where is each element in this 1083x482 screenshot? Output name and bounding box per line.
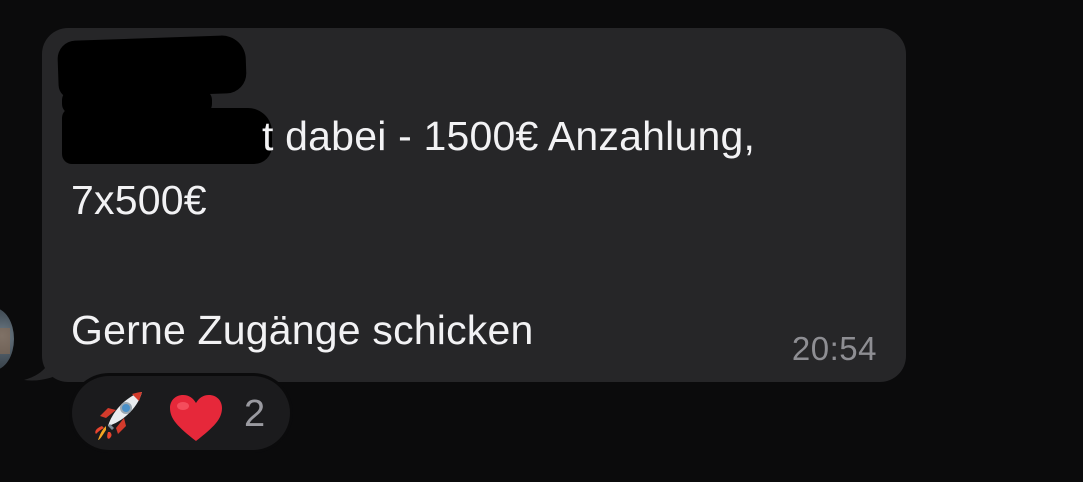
chat-view: t dabei - 1500€ Anzahlung, 7x500€ Gerne … [0, 0, 1083, 482]
message-timestamp: 20:54 [791, 330, 877, 367]
message-text-line: t dabei - 1500€ Anzahlung, [262, 113, 756, 159]
reaction-pill[interactable]: 2 [72, 376, 290, 450]
message-text-line: 7x500€ [71, 177, 207, 223]
rocket-icon [95, 392, 142, 440]
reaction-count: 2 [244, 393, 266, 435]
redacted-text [62, 108, 272, 164]
message-text-line: Gerne Zugänge schicken [71, 307, 534, 353]
heart-icon [170, 395, 222, 441]
sender-avatar[interactable] [0, 308, 14, 370]
